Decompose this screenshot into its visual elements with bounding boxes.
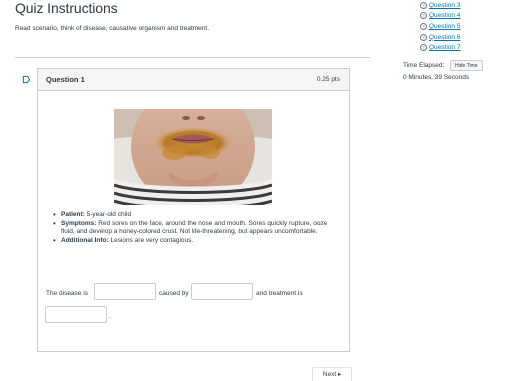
header-divider	[15, 57, 370, 58]
question-mark-icon: ?	[420, 1, 427, 9]
scenario-details: Patient: 5-year-old child Symptoms: Red …	[50, 211, 340, 245]
treatment-answer-field[interactable]	[45, 306, 107, 323]
flag-question-icon[interactable]	[22, 75, 31, 84]
detail-key: Additional Info:	[61, 236, 109, 244]
child-face-photo	[114, 109, 272, 205]
detail-text: 5-year-old child	[84, 211, 132, 218]
detail-key: Patient:	[61, 211, 85, 218]
question-nav-item: ? Question 6	[420, 32, 460, 43]
question-mark-icon: ?	[420, 44, 427, 52]
list-item: Patient: 5-year-old child	[50, 211, 340, 220]
question-header: Question 1 0.25 pts	[38, 69, 349, 91]
question-nav-item: ? Question 4	[420, 11, 460, 22]
sentence-period: .	[109, 313, 111, 320]
question-mark-icon: ?	[420, 12, 427, 20]
sentence-part-caused-by: caused by	[159, 290, 189, 297]
organism-answer-field[interactable]	[191, 283, 253, 300]
question-3-link[interactable]: Question 3	[429, 2, 460, 9]
question-nav-item: ? Question 7	[420, 42, 460, 53]
page-title: Quiz Instructions	[15, 0, 118, 16]
scenario-list: Patient: 5-year-old child Symptoms: Red …	[50, 211, 340, 245]
quiz-instructions-text: Read scenario, think of disease, causati…	[15, 25, 210, 32]
question-7-link[interactable]: Question 7	[429, 44, 460, 51]
time-elapsed-label: Time Elapsed:	[403, 62, 445, 69]
question-5-link[interactable]: Question 5	[429, 23, 460, 30]
question-nav-item: ? Question 3	[420, 0, 460, 11]
detail-key: Symptoms:	[61, 219, 97, 227]
question-mark-icon: ?	[420, 22, 427, 30]
list-item: Symptoms: Red sores on the face, around …	[50, 220, 340, 237]
question-title: Question 1	[46, 75, 85, 84]
question-nav-list: ? Question 3 ? Question 4 ? Question 5 ?…	[420, 0, 460, 53]
question-6-link[interactable]: Question 6	[429, 34, 460, 41]
question-nav-item: ? Question 5	[420, 21, 460, 32]
disease-answer-field[interactable]	[94, 283, 156, 300]
next-button[interactable]: Next ▸	[312, 367, 352, 381]
question-card: Question 1 0.25 pts • Patient: 5-year-ol…	[37, 68, 350, 352]
detail-text: Red sores on the face, around the nose a…	[61, 219, 328, 236]
hide-time-button[interactable]: Hide Time	[450, 60, 483, 71]
detail-text: Lesions are very contagious.	[108, 236, 194, 244]
sentence-part-disease: The disease is	[46, 290, 88, 297]
question-4-link[interactable]: Question 4	[429, 12, 460, 19]
time-elapsed-value: 0 Minutes, 39 Seconds	[403, 74, 470, 81]
question-mark-icon: ?	[420, 33, 427, 41]
list-item: Additional Info: Lesions are very contag…	[50, 237, 340, 246]
sentence-part-treatment: and treatment is	[256, 290, 303, 297]
question-points: 0.25 pts	[316, 76, 340, 83]
